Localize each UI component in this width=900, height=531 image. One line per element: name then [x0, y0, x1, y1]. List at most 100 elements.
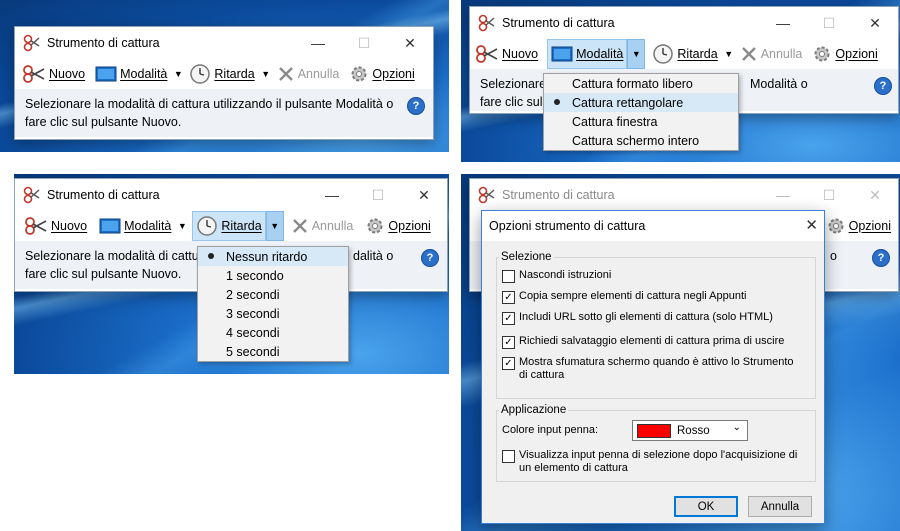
- help-icon[interactable]: ?: [872, 249, 890, 267]
- checkbox-box[interactable]: ✓: [502, 312, 515, 325]
- minimize-button[interactable]: —: [295, 27, 341, 59]
- checkbox-hide-instructions[interactable]: Nascondi istruzioni: [502, 269, 802, 283]
- delay-button[interactable]: Ritarda: [186, 60, 257, 88]
- checkbox-box[interactable]: ✓: [502, 291, 515, 304]
- minimize-button[interactable]: —: [309, 179, 355, 211]
- mode-menu-item-selected[interactable]: Cattura rettangolare: [544, 93, 738, 112]
- delay-menu-item-selected[interactable]: Nessun ritardo: [198, 247, 348, 266]
- checkbox-box[interactable]: [502, 450, 515, 463]
- delay-menu-item-label: Nessun ritardo: [226, 249, 308, 264]
- mode-menu: Cattura formato libero Cattura rettangol…: [543, 73, 739, 151]
- instruction-line-1-tail: dalità o: [353, 249, 394, 263]
- delay-menu-item[interactable]: 5 secondi: [198, 342, 348, 361]
- snipping-tool-icon: [478, 186, 496, 204]
- close-button[interactable]: ✕: [401, 179, 447, 211]
- new-button-label: Nuovo: [49, 67, 86, 81]
- mode-menu-item-label: Cattura formato libero: [572, 76, 693, 91]
- screen-rect-icon: [551, 46, 573, 62]
- mode-menu-item[interactable]: Cattura formato libero: [544, 74, 738, 93]
- snipping-tool-icon: [23, 186, 41, 204]
- minimize-button[interactable]: —: [760, 179, 806, 211]
- dialog-close-button[interactable]: ✕: [805, 216, 818, 234]
- toolbar: Nuovo Modalità ▼ Ritarda ▼ Annulla Opzio…: [15, 211, 447, 241]
- pen-color-select[interactable]: Rosso ⌄: [632, 420, 748, 441]
- delay-button-label: Ritarda: [221, 219, 262, 233]
- delay-menu-item[interactable]: 4 secondi: [198, 323, 348, 342]
- mode-button[interactable]: Modalità: [92, 60, 170, 88]
- screen-rect-icon: [99, 218, 121, 234]
- cancel-button[interactable]: Annulla: [288, 212, 357, 240]
- instruction-line-2: fare clic sul pulsante Nuovo.: [25, 115, 182, 129]
- close-button[interactable]: ✕: [852, 179, 898, 211]
- cancel-button[interactable]: Annulla: [737, 40, 806, 68]
- mode-button[interactable]: Modalità: [96, 212, 174, 240]
- instruction-line-1-tail: Modalità o: [750, 77, 808, 91]
- options-button-label: Opzioni: [388, 219, 431, 233]
- scissors-icon: [25, 217, 47, 235]
- dialog-title-bar: Opzioni strumento di cattura ✕: [482, 211, 824, 241]
- instruction-line-1: Selezionare la modalità di cattura utili…: [25, 97, 394, 111]
- checkbox-box[interactable]: [502, 270, 515, 283]
- delay-button[interactable]: Ritarda: [649, 40, 720, 68]
- delay-menu-item[interactable]: 2 secondi: [198, 285, 348, 304]
- checkbox-pen-input[interactable]: Visualizza input penna di selezione dopo…: [502, 449, 807, 475]
- maximize-button[interactable]: ☐: [355, 179, 401, 211]
- mode-menu-item-label: Cattura schermo intero: [572, 133, 700, 148]
- help-icon[interactable]: ?: [421, 249, 439, 267]
- mode-menu-item[interactable]: Cattura finestra: [544, 112, 738, 131]
- checkbox-include-url[interactable]: ✓ Includi URL sotto gli elementi di catt…: [502, 311, 802, 325]
- checkbox-box[interactable]: ✓: [502, 357, 515, 370]
- delay-menu-item-label: 4 secondi: [226, 325, 280, 340]
- snipping-tool-window: Strumento di cattura — ☐ ✕ Nuovo Modalit…: [14, 26, 434, 140]
- cancel-button[interactable]: Annulla: [748, 496, 812, 517]
- options-button[interactable]: Opzioni: [809, 40, 880, 68]
- mode-dropdown-arrow[interactable]: ▼: [627, 39, 646, 69]
- maximize-button[interactable]: ☐: [806, 7, 852, 39]
- minimize-button[interactable]: —: [760, 7, 806, 39]
- checkbox-label: Visualizza input penna di selezione dopo…: [519, 449, 798, 474]
- delay-menu-item-label: 5 secondi: [226, 344, 280, 359]
- new-button[interactable]: Nuovo: [21, 212, 90, 240]
- close-button[interactable]: ✕: [852, 7, 898, 39]
- scissors-icon: [476, 45, 498, 63]
- selected-bullet-icon: [554, 99, 560, 105]
- checkbox-box[interactable]: ✓: [502, 336, 515, 349]
- cancel-button[interactable]: Annulla: [274, 60, 343, 88]
- maximize-button[interactable]: ☐: [806, 179, 852, 211]
- new-button-label: Nuovo: [502, 47, 539, 61]
- instruction-line-1-tail: o: [830, 249, 837, 263]
- checkbox-label: Richiedi salvataggio elementi di cattura…: [519, 335, 785, 347]
- delay-menu-item[interactable]: 3 secondi: [198, 304, 348, 323]
- delay-dropdown-arrow[interactable]: ▼: [258, 60, 274, 88]
- options-button[interactable]: Opzioni: [823, 212, 894, 240]
- delay-dropdown-arrow[interactable]: ▼: [265, 211, 284, 241]
- mode-dropdown-arrow[interactable]: ▼: [174, 212, 190, 240]
- pen-color-swatch: [637, 423, 671, 438]
- help-icon[interactable]: ?: [874, 77, 892, 95]
- mode-button[interactable]: Modalità: [547, 39, 628, 69]
- options-button[interactable]: Opzioni: [346, 60, 417, 88]
- clock-icon: [190, 64, 211, 84]
- selected-bullet-icon: [208, 253, 214, 259]
- checkbox-ask-save[interactable]: ✓ Richiedi salvataggio elementi di cattu…: [502, 335, 802, 349]
- help-icon[interactable]: ?: [407, 97, 425, 115]
- dialog-title: Opzioni strumento di cattura: [489, 219, 646, 233]
- delay-menu: Nessun ritardo 1 secondo 2 secondi 3 sec…: [197, 246, 349, 362]
- ok-button[interactable]: OK: [674, 496, 738, 517]
- mode-menu-item[interactable]: Cattura schermo intero: [544, 131, 738, 150]
- checkbox-screen-overlay[interactable]: ✓ Mostra sfumatura schermo quando è atti…: [502, 356, 797, 382]
- delay-menu-item-label: 3 secondi: [226, 306, 280, 321]
- delay-dropdown-arrow[interactable]: ▼: [721, 40, 737, 68]
- delay-button[interactable]: Ritarda: [192, 211, 266, 241]
- new-button[interactable]: Nuovo: [472, 40, 541, 68]
- options-button[interactable]: Opzioni: [362, 212, 433, 240]
- checkbox-copy-clipboard[interactable]: ✓ Copia sempre elementi di cattura negli…: [502, 290, 802, 304]
- delay-menu-item[interactable]: 1 secondo: [198, 266, 348, 285]
- cancel-button-label: Annulla: [760, 47, 803, 61]
- chevron-down-icon: ⌄: [732, 422, 741, 433]
- new-button[interactable]: Nuovo: [19, 60, 88, 88]
- mode-dropdown-arrow[interactable]: ▼: [170, 60, 186, 88]
- close-button[interactable]: ✕: [387, 27, 433, 59]
- gear-icon: [367, 218, 383, 234]
- maximize-button[interactable]: ☐: [341, 27, 387, 59]
